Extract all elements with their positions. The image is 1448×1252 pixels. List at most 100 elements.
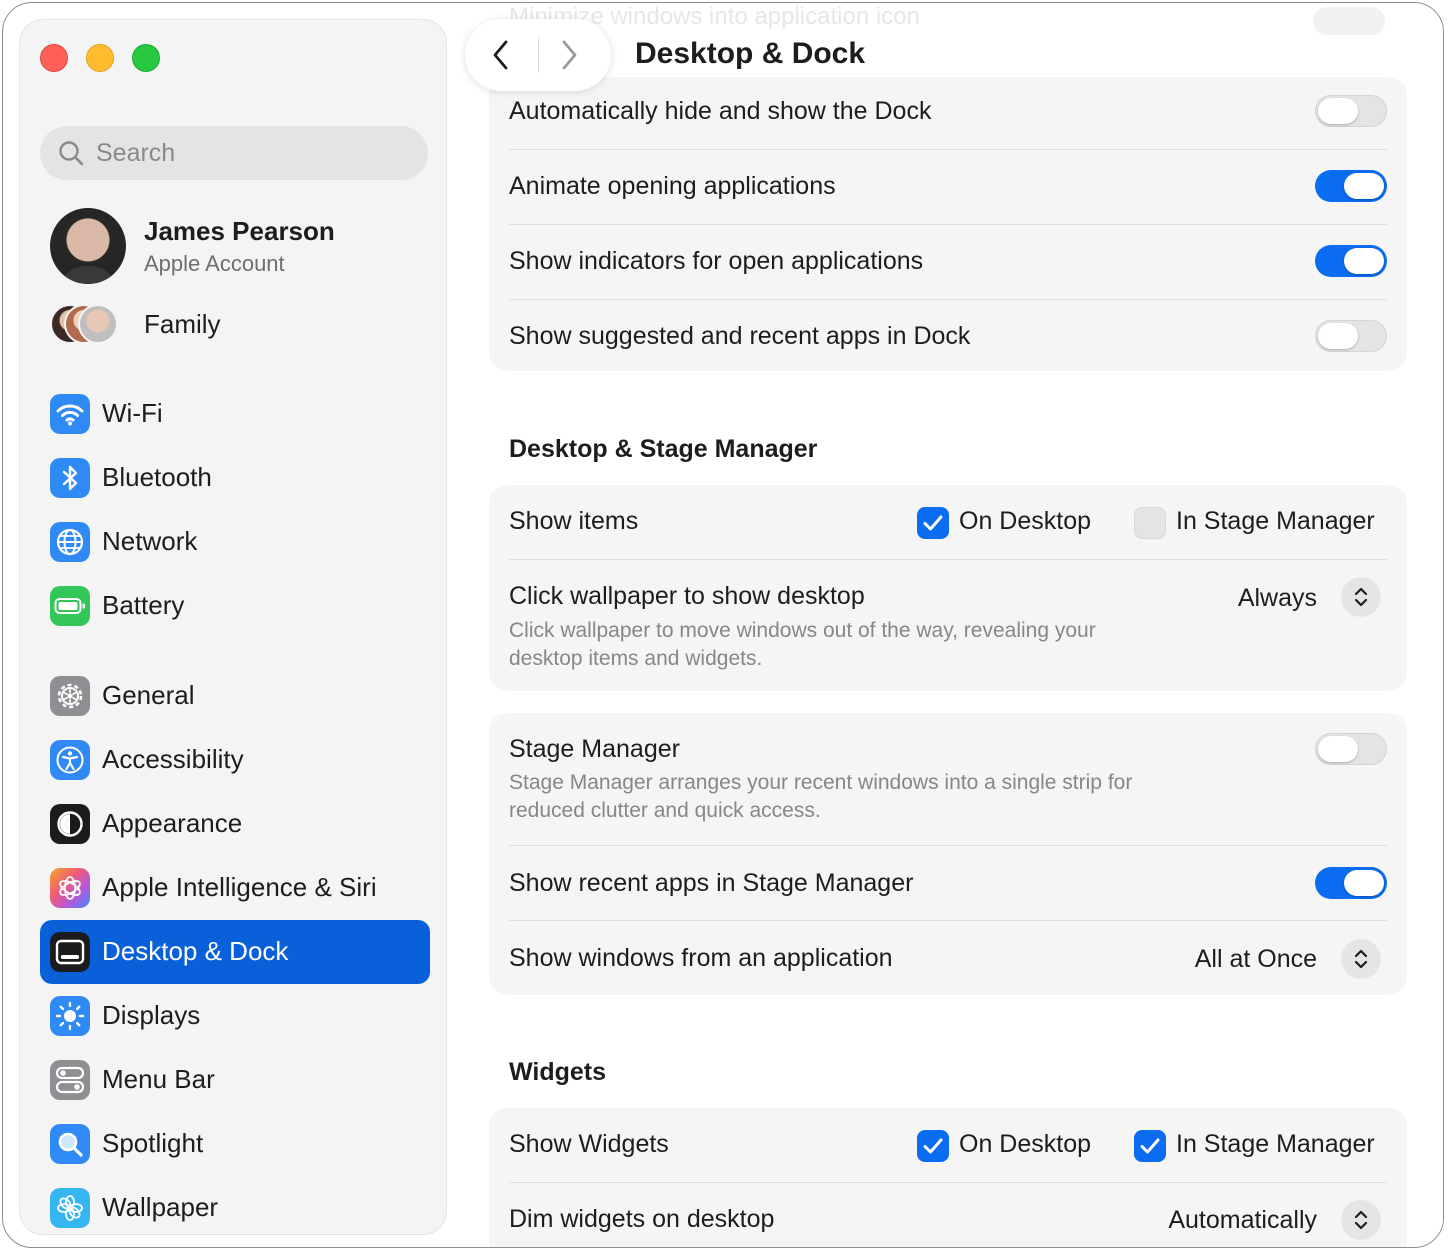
chevron-updown-icon [1354, 587, 1368, 607]
sidebar-item-spotlight[interactable]: Spotlight [40, 1112, 430, 1176]
accessibility-icon [50, 740, 90, 780]
minimize-button[interactable] [86, 44, 114, 72]
show-windows-value[interactable]: All at Once [1195, 945, 1317, 974]
appearance-icon [50, 804, 90, 844]
stage-manager-label: Stage Manager [509, 735, 680, 763]
stage-manager-card: Stage Manager Stage Manager arranges you… [489, 713, 1407, 995]
menubar-icon [50, 1060, 90, 1100]
account-subtitle: Apple Account [144, 251, 285, 276]
show-indicators-toggle[interactable] [1315, 245, 1387, 277]
forward-button[interactable] [559, 39, 579, 76]
show-indicators-label: Show indicators for open applications [509, 247, 924, 275]
recent-apps-stage-toggle[interactable] [1315, 867, 1387, 899]
show-windows-label: Show windows from an application [509, 944, 893, 972]
globe-icon [50, 522, 90, 562]
widgets-desktop-label[interactable]: On Desktop [959, 1130, 1091, 1159]
sidebar-item-label: Wi-Fi [102, 398, 163, 428]
gear-icon [50, 676, 90, 716]
sidebar-item-menu-bar[interactable]: Menu Bar [40, 1048, 430, 1112]
sidebar-item-label: Appearance [102, 808, 243, 838]
sidebar-item-label: Apple Intelligence & Siri [102, 872, 377, 902]
search-placeholder: Search [96, 139, 176, 167]
show-items-desktop-label[interactable]: On Desktop [959, 507, 1091, 536]
settings-window: Search James Pearson Apple Account Famil… [2, 2, 1444, 1248]
click-wallpaper-description-line2: desktop items and widgets. [509, 647, 763, 670]
dim-widgets-popup-button[interactable] [1341, 1200, 1381, 1240]
sidebar-item-label: Wallpaper [102, 1192, 219, 1222]
section-title-desktop-stage: Desktop & Stage Manager [509, 435, 818, 463]
content-pane: Minimize windows into application icon D… [447, 3, 1443, 1247]
sidebar: Search James Pearson Apple Account Famil… [19, 19, 447, 1235]
suggested-apps-label: Show suggested and recent apps in Dock [509, 322, 971, 350]
sidebar-item-wallpaper[interactable]: Wallpaper [40, 1176, 430, 1234]
animate-apps-toggle[interactable] [1315, 170, 1387, 202]
checkmark-icon [923, 515, 943, 531]
widgets-card: Show Widgets On Desktop In Stage Manager… [489, 1108, 1407, 1247]
account-avatar[interactable] [50, 208, 126, 284]
show-items-stage-label[interactable]: In Stage Manager [1176, 507, 1375, 536]
dim-widgets-value[interactable]: Automatically [1168, 1206, 1317, 1235]
close-button[interactable] [40, 44, 68, 72]
scrolled-row-toggle [1313, 7, 1385, 35]
spotlight-icon [50, 1124, 90, 1164]
sidebar-item-label: Desktop & Dock [102, 936, 289, 966]
sidebar-item-label: Displays [102, 1000, 201, 1030]
navigation-buttons [465, 19, 611, 91]
sidebar-item-label: Network [102, 526, 198, 556]
dock-settings-card: Automatically hide and show the Dock Ani… [489, 77, 1407, 371]
sidebar-item-label: Menu Bar [102, 1064, 215, 1094]
show-items-label: Show items [509, 507, 639, 535]
widgets-stage-label[interactable]: In Stage Manager [1176, 1130, 1375, 1159]
wifi-icon [50, 394, 90, 434]
back-button[interactable] [491, 39, 511, 76]
chevron-updown-icon [1354, 1210, 1368, 1230]
sidebar-item-apple-intelligence[interactable]: Apple Intelligence & Siri [40, 856, 430, 920]
sidebar-item-battery[interactable]: Battery [40, 574, 430, 638]
auto-hide-dock-toggle[interactable] [1315, 95, 1387, 127]
checkmark-icon [1140, 1138, 1160, 1154]
sidebar-item-network[interactable]: Network [40, 510, 430, 574]
sidebar-item-wifi[interactable]: Wi-Fi [40, 382, 430, 446]
click-wallpaper-popup-button[interactable] [1341, 577, 1381, 617]
click-wallpaper-label: Click wallpaper to show desktop [509, 582, 865, 610]
stage-manager-toggle[interactable] [1315, 733, 1387, 765]
sidebar-item-label: Spotlight [102, 1128, 204, 1158]
sidebar-item-label: Bluetooth [102, 462, 212, 492]
animate-apps-label: Animate opening applications [509, 172, 836, 200]
sidebar-item-general[interactable]: General [40, 664, 430, 728]
show-widgets-label: Show Widgets [509, 1130, 669, 1158]
sidebar-item-appearance[interactable]: Appearance [40, 792, 430, 856]
dock-icon [50, 932, 90, 972]
family-avatar [78, 304, 118, 344]
siri-icon [50, 868, 90, 908]
suggested-apps-toggle[interactable] [1315, 320, 1387, 352]
sidebar-item-label: Battery [102, 590, 185, 620]
recent-apps-stage-label: Show recent apps in Stage Manager [509, 869, 914, 897]
stage-manager-description-line1: Stage Manager arranges your recent windo… [509, 771, 1133, 794]
zoom-button[interactable] [132, 44, 160, 72]
bluetooth-icon [50, 458, 90, 498]
desktop-settings-card: Show items On Desktop In Stage Manager C… [489, 485, 1407, 691]
auto-hide-dock-label: Automatically hide and show the Dock [509, 97, 932, 125]
widgets-desktop-checkbox[interactable] [917, 1130, 949, 1162]
search-field[interactable]: Search [40, 126, 428, 180]
click-wallpaper-description-line1: Click wallpaper to move windows out of t… [509, 619, 1096, 642]
sidebar-item-bluetooth[interactable]: Bluetooth [40, 446, 430, 510]
sidebar-item-desktop-dock[interactable]: Desktop & Dock [40, 920, 430, 984]
page-title: Desktop & Dock [635, 37, 866, 70]
sidebar-item-label: Accessibility [102, 744, 244, 774]
checkmark-icon [923, 1138, 943, 1154]
sidebar-item-label: General [102, 680, 195, 710]
click-wallpaper-value[interactable]: Always [1238, 584, 1317, 613]
wallpaper-icon [50, 1188, 90, 1228]
show-windows-popup-button[interactable] [1341, 939, 1381, 979]
stage-manager-description-line2: reduced clutter and quick access. [509, 799, 821, 822]
sidebar-item-family[interactable]: Family [144, 309, 221, 340]
sidebar-item-accessibility[interactable]: Accessibility [40, 728, 430, 792]
show-items-desktop-checkbox[interactable] [917, 507, 949, 539]
show-items-stage-checkbox[interactable] [1134, 507, 1166, 539]
sidebar-item-displays[interactable]: Displays [40, 984, 430, 1048]
widgets-stage-checkbox[interactable] [1134, 1130, 1166, 1162]
dim-widgets-label: Dim widgets on desktop [509, 1205, 775, 1233]
account-name[interactable]: James Pearson [144, 216, 335, 247]
